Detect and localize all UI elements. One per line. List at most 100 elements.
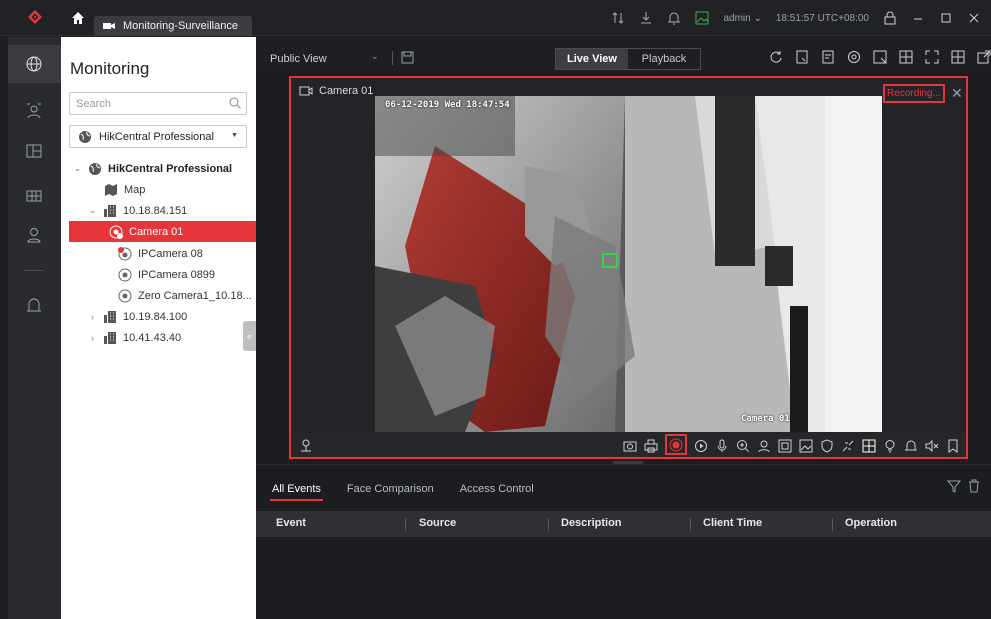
record-button[interactable]: [665, 434, 687, 455]
tree-node-camera-01[interactable]: Camera 01: [69, 221, 256, 242]
sort-arrows-icon[interactable]: [611, 11, 625, 25]
camera-offline-icon: [118, 246, 132, 260]
chevron-down-icon[interactable]: ⌄: [73, 163, 82, 174]
image-icon[interactable]: [799, 439, 813, 453]
camera-toolbar: [291, 433, 966, 457]
chevron-right-icon[interactable]: ›: [88, 312, 97, 322]
layout-icon[interactable]: [26, 143, 42, 159]
camera-window[interactable]: Camera 01 Recording... ✕ 06-12-2019 Wed …: [289, 76, 968, 459]
collapse-panel-button[interactable]: «: [243, 321, 256, 351]
tree-node-ipcamera-08[interactable]: IPCamera 08: [118, 243, 203, 264]
zoom-icon[interactable]: [736, 439, 750, 453]
tab-access-control[interactable]: Access Control: [458, 479, 536, 501]
osd-camera-name: Camera 01: [741, 414, 790, 424]
alarm-bell-icon[interactable]: [667, 11, 681, 25]
site-select[interactable]: HikCentral Professional ▼: [69, 125, 247, 148]
mode-switch: Live View Playback: [555, 48, 701, 70]
tab-all-events[interactable]: All Events: [270, 479, 323, 501]
filter-icon[interactable]: [947, 479, 961, 493]
picture-icon[interactable]: [695, 11, 709, 25]
layout-grid-icon[interactable]: [951, 50, 965, 64]
tree-node-label: 10.19.84.100: [123, 310, 188, 323]
column-event[interactable]: Event: [276, 517, 306, 529]
refresh-icon[interactable]: [769, 50, 783, 64]
events-tabs: All Events Face Comparison Access Contro…: [270, 479, 536, 501]
view-select[interactable]: Public View: [270, 53, 327, 65]
live-view-area: Camera 01 Recording... ✕ 06-12-2019 Wed …: [256, 72, 991, 471]
window-division-icon[interactable]: [899, 50, 913, 64]
camera-window-icon: [299, 86, 313, 96]
grid-icon[interactable]: [26, 188, 42, 204]
tab-face-comparison[interactable]: Face Comparison: [345, 479, 436, 501]
minimize-icon[interactable]: [911, 11, 925, 25]
video-frame: 06-12-2019 Wed 18:47:54 Camera 01: [375, 96, 882, 432]
maximize-icon[interactable]: [939, 11, 953, 25]
window-select-icon[interactable]: [873, 50, 887, 64]
tab-monitoring-surveillance[interactable]: Monitoring-Surveillance: [94, 16, 252, 36]
bookmark-icon[interactable]: [946, 439, 960, 453]
snapshot-icon[interactable]: [623, 439, 637, 453]
tree-node-root[interactable]: ⌄ HikCentral Professional: [73, 158, 232, 179]
chevron-right-icon[interactable]: ›: [88, 333, 97, 343]
print-icon[interactable]: [644, 439, 658, 453]
delete-icon[interactable]: [967, 479, 981, 493]
column-description[interactable]: Description: [561, 517, 622, 529]
record-icon: [669, 438, 683, 451]
download-icon[interactable]: [639, 11, 653, 25]
stream-icon[interactable]: [778, 439, 792, 453]
audio-icon[interactable]: [715, 439, 729, 453]
fullscreen-icon[interactable]: [925, 50, 939, 64]
shield-icon[interactable]: [820, 439, 834, 453]
window-layout-icon[interactable]: [862, 439, 876, 453]
tree-node-map[interactable]: Map: [104, 179, 145, 200]
camera-icon: [118, 268, 132, 281]
settings-icon[interactable]: [847, 50, 861, 64]
camera-live-icon: [109, 225, 123, 239]
user-name: admin: [723, 12, 751, 24]
title-bar: Monitoring-Surveillance admin ⌄ 18:51:57…: [0, 0, 991, 36]
column-client-time[interactable]: Client Time: [703, 517, 762, 529]
lightbulb-icon[interactable]: [883, 439, 897, 453]
tree-node-ipcamera-0899[interactable]: IPCamera 0899: [118, 264, 215, 285]
osd-timestamp: 06-12-2019 Wed 18:47:54: [385, 100, 510, 110]
link-icon[interactable]: [841, 439, 855, 453]
close-icon[interactable]: [967, 11, 981, 25]
tab-live-view[interactable]: Live View: [556, 49, 628, 69]
tree-node-device-3[interactable]: › 10.41.43.40: [88, 327, 181, 348]
alarm-output-icon[interactable]: [904, 439, 918, 453]
column-operation[interactable]: Operation: [845, 517, 897, 529]
rail-divider: [24, 270, 44, 271]
user-icon[interactable]: [26, 227, 42, 243]
home-icon[interactable]: [72, 12, 84, 24]
chevron-down-icon[interactable]: ⌄: [371, 51, 379, 62]
chevron-down-icon[interactable]: ⌄: [88, 205, 97, 216]
site-globe-icon: [79, 130, 91, 143]
capture-icon[interactable]: [795, 50, 809, 64]
view-toolbar: Public View ⌄ Live View Playback: [256, 44, 991, 72]
tab-playback[interactable]: Playback: [628, 49, 700, 69]
globe-icon[interactable]: [26, 56, 42, 72]
search-icon[interactable]: [229, 97, 241, 109]
person-icon[interactable]: [26, 103, 42, 119]
record-list-icon[interactable]: [821, 50, 835, 64]
tree-node-device-2[interactable]: › 10.19.84.100: [88, 306, 187, 327]
building-icon: [104, 204, 116, 217]
tab-label: Monitoring-Surveillance: [123, 20, 238, 32]
alarm-icon[interactable]: [26, 297, 42, 313]
external-window-icon[interactable]: [977, 50, 991, 64]
location-icon[interactable]: [299, 438, 313, 452]
mute-icon[interactable]: [925, 439, 939, 453]
tree-node-device-1[interactable]: ⌄ 10.18.84.151: [88, 200, 187, 221]
close-window-icon[interactable]: ✕: [951, 85, 963, 102]
instant-playback-icon[interactable]: [694, 439, 708, 453]
ptz-icon[interactable]: [757, 439, 771, 453]
lock-icon[interactable]: [883, 11, 897, 25]
save-view-icon[interactable]: [401, 51, 414, 64]
tree-node-zero-camera[interactable]: Zero Camera1_10.18...: [118, 285, 252, 306]
column-source[interactable]: Source: [419, 517, 456, 529]
title-bar-right: admin ⌄ 18:51:57 UTC+08:00: [611, 8, 991, 28]
user-menu[interactable]: admin ⌄: [723, 13, 761, 24]
search-input[interactable]: [69, 92, 247, 115]
camera-icon: [118, 289, 132, 302]
toolbar-icons: [769, 50, 991, 64]
